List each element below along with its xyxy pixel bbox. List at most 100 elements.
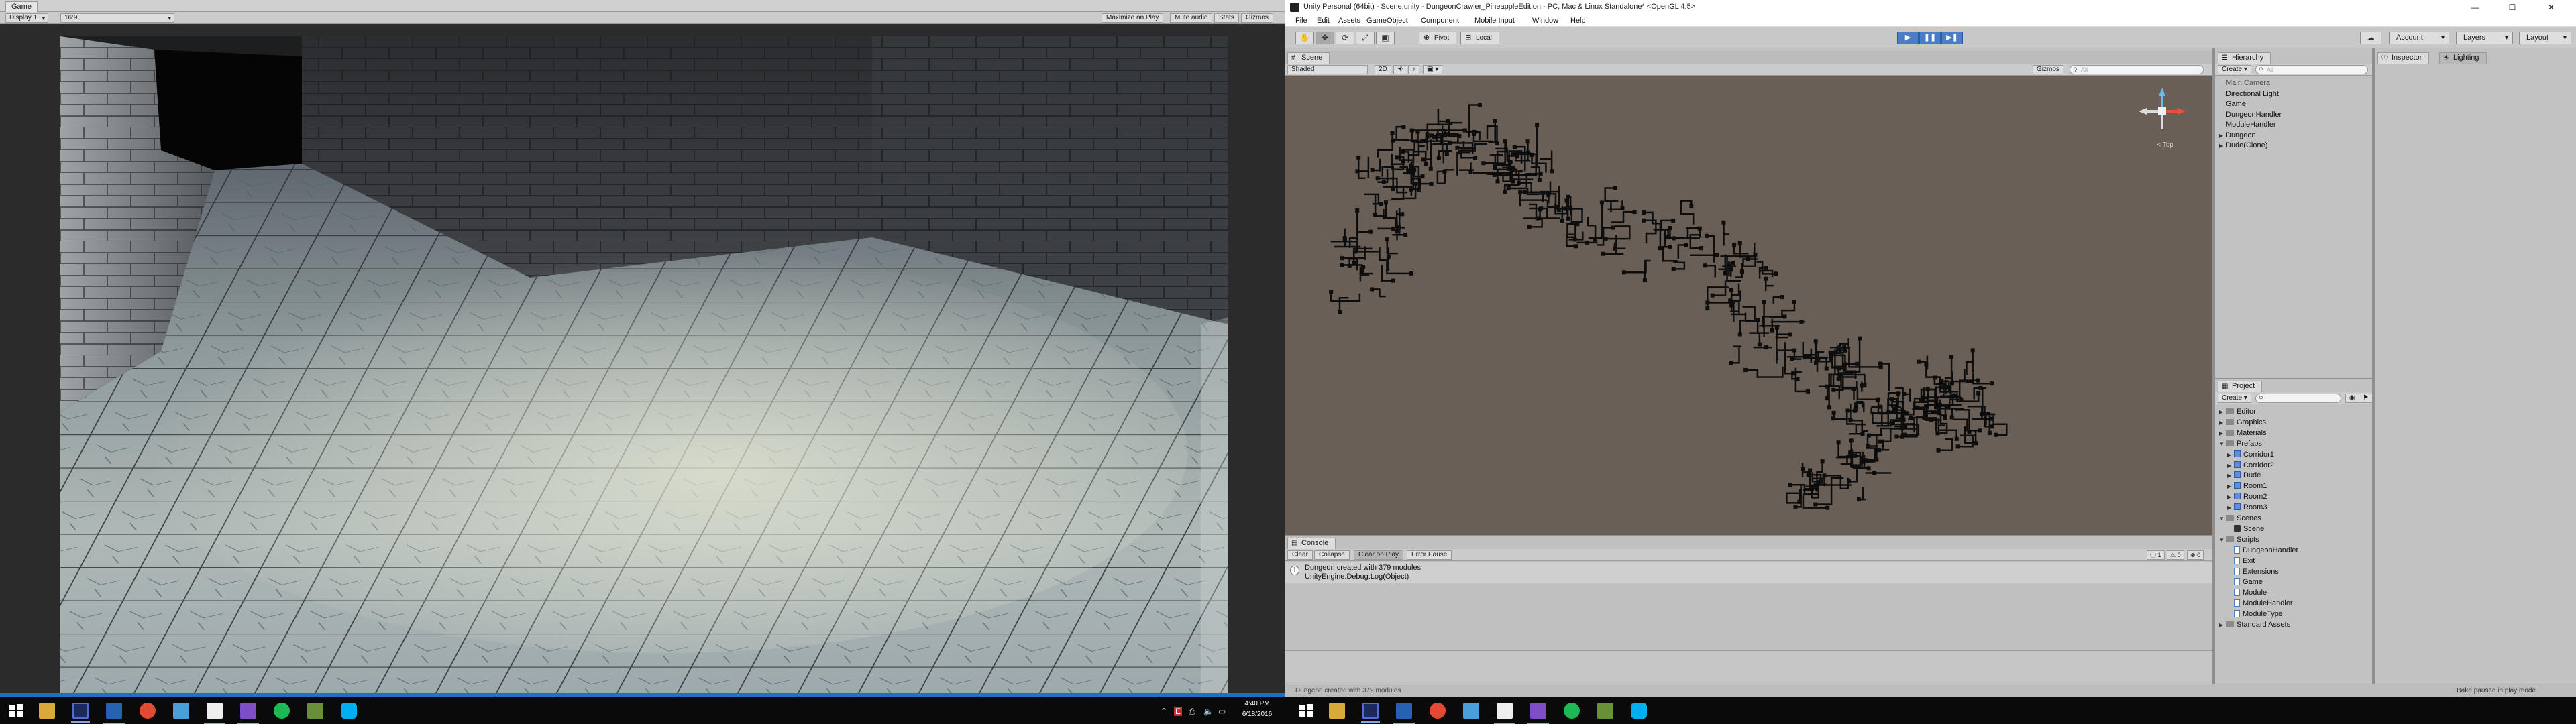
scale-tool-icon[interactable]: ⤢ — [1356, 32, 1375, 44]
rotate-tool-icon[interactable]: ⟳ — [1336, 32, 1354, 44]
project-item[interactable]: ▶ Corridor2 — [2227, 461, 2274, 469]
hierarchy-search-input[interactable]: All — [2255, 65, 2368, 74]
project-search-input[interactable] — [2255, 394, 2341, 403]
minecraft-icon[interactable] — [1597, 703, 1613, 719]
panel-divider[interactable] — [1285, 535, 2212, 536]
minecraft-icon[interactable] — [307, 703, 323, 719]
tray-app-icon[interactable]: E — [1174, 707, 1183, 716]
play-button[interactable]: ▶ — [1897, 32, 1919, 44]
scene-gizmos-dropdown[interactable]: Gizmos — [2033, 65, 2063, 74]
hierarchy-item[interactable]: ModuleHandler — [2219, 121, 2276, 129]
checklist-icon[interactable] — [173, 703, 189, 719]
visual-studio-purple-icon[interactable] — [237, 703, 259, 724]
rect-tool-icon[interactable]: ▣ — [1376, 32, 1395, 44]
unity-taskbar-icon[interactable] — [71, 703, 90, 723]
console-collapse-button[interactable]: Collapse — [1314, 550, 1350, 560]
console-clear-on-play-button[interactable]: Clear on Play — [1354, 550, 1404, 560]
audio-toggle-icon[interactable]: ♪ — [1408, 65, 1419, 74]
filter-type-icon[interactable]: ◉ — [2345, 394, 2359, 403]
effects-dropdown-icon[interactable]: ▣ ▾ — [1423, 65, 1443, 74]
maximize-on-play-toggle[interactable]: Maximize on Play — [1102, 13, 1164, 23]
visual-studio-icon[interactable] — [1393, 703, 1415, 724]
close-icon[interactable]: ✕ — [2538, 1, 2565, 13]
panel-divider[interactable] — [2372, 48, 2375, 684]
project-item[interactable]: Module — [2227, 589, 2267, 597]
tab-console[interactable]: ▤ Console — [1287, 538, 1336, 549]
project-item[interactable]: ▶ Corridor1 — [2227, 450, 2274, 459]
expand-arrow-icon[interactable]: ▼ — [2219, 537, 2226, 543]
2d-toggle[interactable]: 2D — [1375, 65, 1391, 74]
chrome-icon[interactable] — [1430, 703, 1446, 719]
windows-start-icon[interactable] — [8, 703, 24, 719]
menu-edit[interactable]: Edit — [1317, 17, 1330, 25]
hierarchy-item[interactable]: Main Camera — [2219, 79, 2270, 87]
menu-help[interactable]: Help — [1570, 17, 1586, 25]
skype-icon[interactable] — [341, 703, 357, 719]
expand-arrow-icon[interactable]: ▼ — [2219, 516, 2226, 522]
network-icon[interactable]: ⎙ — [1189, 707, 1195, 717]
layers-dropdown[interactable]: Layers — [2456, 32, 2513, 44]
file-explorer-icon[interactable] — [1329, 703, 1345, 719]
visual-studio-icon[interactable] — [103, 703, 125, 724]
unity-taskbar-icon[interactable] — [1361, 703, 1380, 723]
checklist-icon[interactable] — [1463, 703, 1479, 719]
maximize-icon[interactable]: ☐ — [2499, 1, 2526, 13]
hierarchy-item[interactable]: Directional Light — [2219, 90, 2279, 98]
game-view[interactable] — [5, 24, 1279, 693]
aspect-dropdown[interactable]: 16:9 — [60, 13, 174, 23]
menu-file[interactable]: File — [1295, 17, 1307, 25]
console-error-pause-button[interactable]: Error Pause — [1407, 550, 1452, 560]
project-item[interactable]: ▼ Scripts — [2219, 536, 2259, 544]
chrome-icon[interactable] — [140, 703, 156, 719]
panel-divider[interactable] — [2212, 48, 2215, 684]
panel-divider[interactable] — [2215, 378, 2372, 379]
spotify-icon[interactable] — [274, 703, 290, 719]
pause-button[interactable]: ❚❚ — [1919, 32, 1941, 44]
warning-count-badge[interactable]: ⚠ 0 — [2167, 550, 2184, 560]
cloud-icon[interactable]: ☁ — [2360, 32, 2381, 44]
tab-inspector[interactable]: ⓘ Inspector — [2377, 52, 2430, 64]
display-dropdown[interactable]: Display 1 — [5, 13, 49, 23]
orientation-gizmo-icon[interactable] — [2139, 88, 2186, 135]
minimize-icon[interactable]: — — [2462, 1, 2489, 13]
project-item[interactable]: ▼ Scenes — [2219, 514, 2261, 522]
expand-arrow-icon[interactable]: ▶ — [2219, 409, 2226, 415]
message-icon[interactable]: ▭ — [1218, 707, 1226, 716]
unity-icon[interactable] — [1494, 703, 1515, 724]
tab-hierarchy[interactable]: ☰ Hierarchy — [2218, 52, 2271, 64]
skype-icon[interactable] — [1631, 703, 1647, 719]
status-message[interactable]: Dungeon created with 379 modules — [1295, 687, 1401, 695]
project-item[interactable]: ModuleHandler — [2227, 599, 2293, 607]
windows-start-icon[interactable] — [1298, 703, 1314, 719]
menu-component[interactable]: Component — [1421, 17, 1459, 25]
file-explorer-icon[interactable] — [39, 703, 55, 719]
console-clear-button[interactable]: Clear — [1287, 550, 1313, 560]
menu-window[interactable]: Window — [1532, 17, 1558, 25]
project-item[interactable]: ModuleType — [2227, 610, 2283, 618]
step-button[interactable]: ▶❚ — [1941, 32, 1963, 44]
expand-arrow-icon[interactable]: ▶ — [2227, 483, 2234, 489]
filter-label-icon[interactable]: ⚑ — [2359, 394, 2373, 403]
hierarchy-item[interactable]: ▶ Dude(Clone) — [2219, 141, 2267, 149]
shading-mode-dropdown[interactable]: Shaded — [1287, 65, 1368, 74]
mute-audio-toggle[interactable]: Mute audio — [1170, 13, 1213, 23]
project-item[interactable]: Exit — [2227, 556, 2255, 565]
tab-project[interactable]: ▦ Project — [2218, 381, 2263, 392]
project-item[interactable]: DungeonHandler — [2227, 546, 2298, 554]
expand-arrow-icon[interactable]: ▶ — [2219, 430, 2226, 436]
stats-toggle[interactable]: Stats — [1214, 13, 1239, 23]
project-item[interactable]: Game — [2227, 578, 2263, 586]
volume-icon[interactable]: 🔈 — [1203, 707, 1214, 716]
move-tool-icon[interactable]: ✥ — [1316, 32, 1334, 44]
expand-arrow-icon[interactable]: ▼ — [2219, 441, 2226, 447]
hierarchy-item[interactable]: Game — [2219, 100, 2246, 108]
visual-studio-purple-icon[interactable] — [1527, 703, 1549, 724]
tab-lighting[interactable]: ☀ Lighting — [2439, 52, 2487, 64]
expand-arrow-icon[interactable]: ▶ — [2227, 473, 2234, 479]
project-item[interactable]: ▶ Room3 — [2227, 503, 2267, 511]
hierarchy-create-dropdown[interactable]: Create ▾ — [2218, 65, 2251, 74]
expand-arrow-icon[interactable]: ▶ — [2227, 505, 2234, 511]
expand-arrow-icon[interactable]: ▶ — [2219, 143, 2226, 149]
console-log-entry[interactable]: ! Dungeon created with 379 modules Unity… — [1285, 562, 2212, 583]
layout-dropdown[interactable]: Layout — [2519, 32, 2571, 44]
